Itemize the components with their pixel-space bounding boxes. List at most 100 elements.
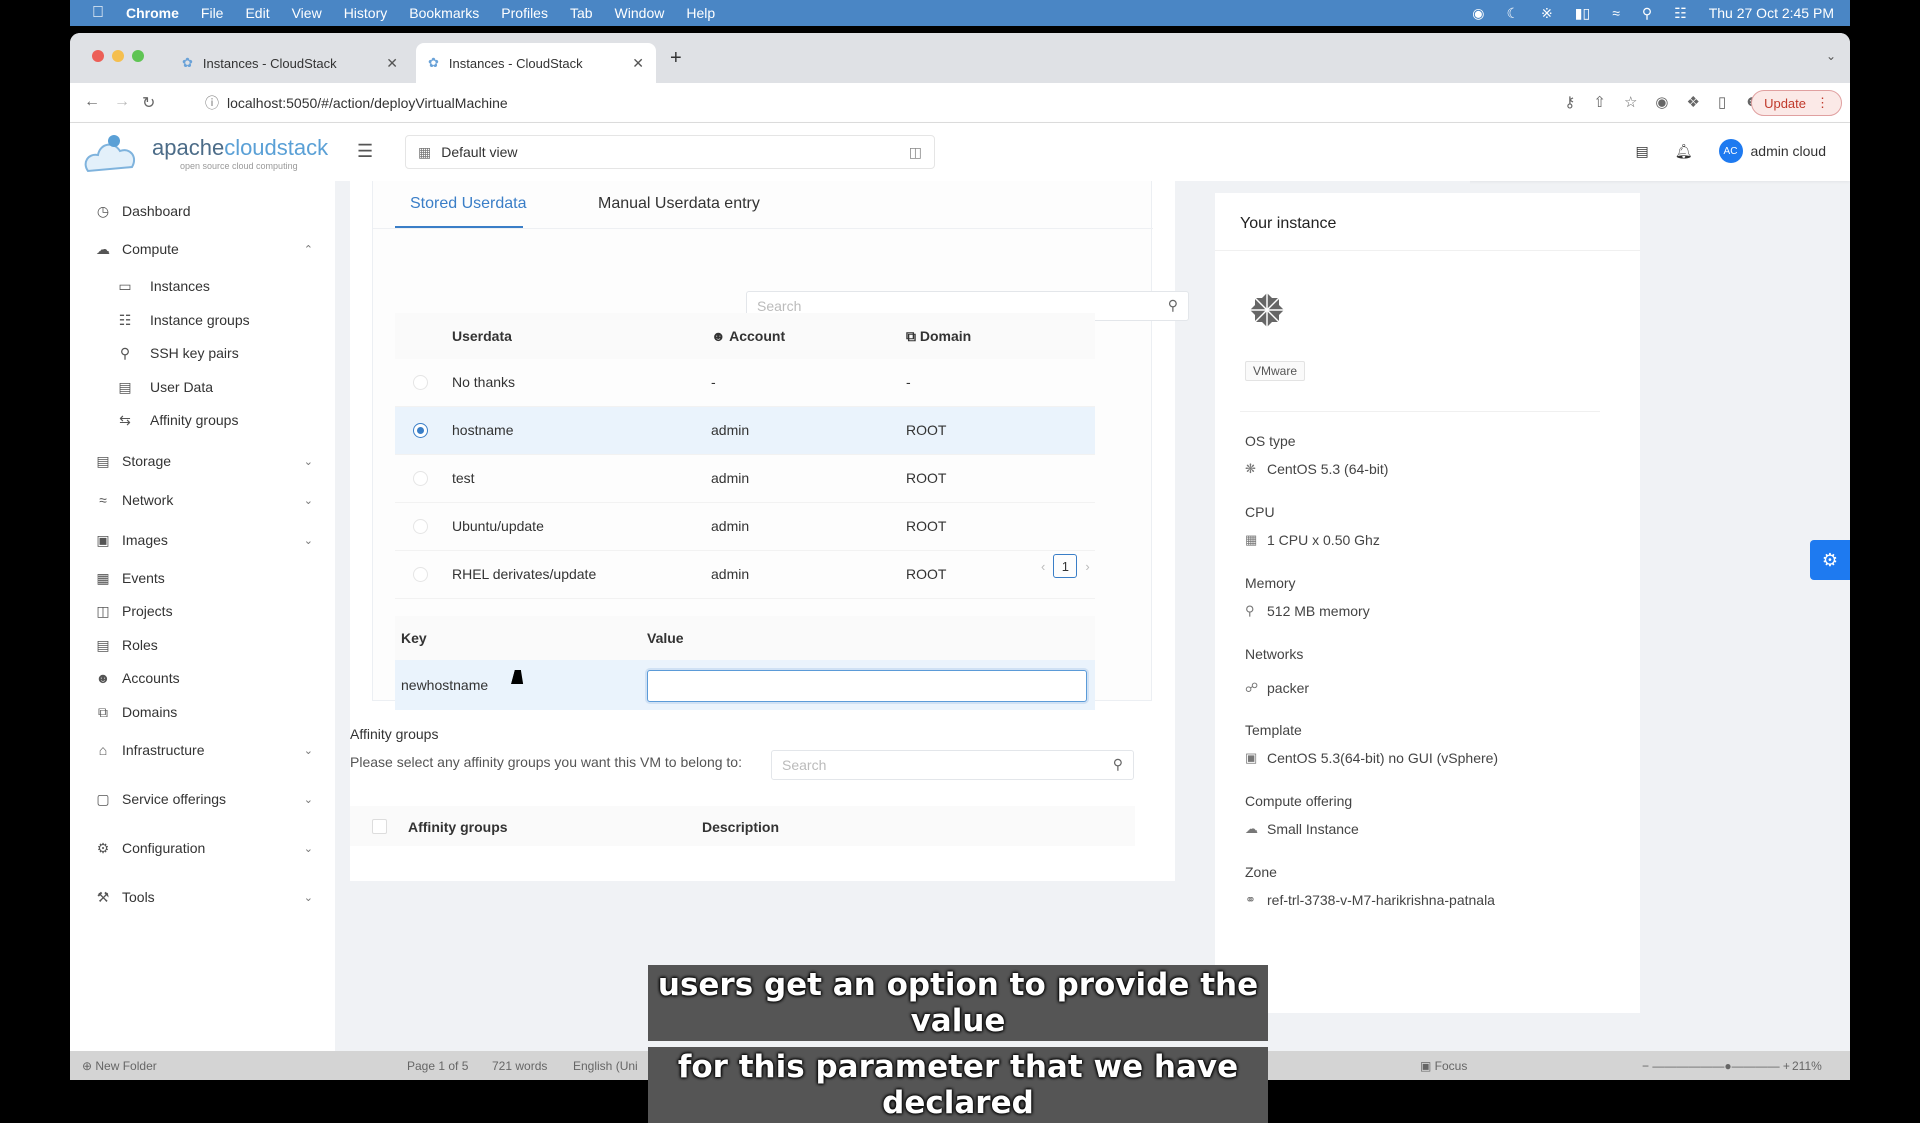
sidebar-item-user-data[interactable]: ▤ User Data: [70, 371, 335, 403]
sidebar-item-service-offerings[interactable]: ▢ Service offerings ⌄: [70, 783, 335, 815]
sidebar-item-compute[interactable]: ☁︎ Compute ⌃: [70, 233, 335, 265]
select-all-checkbox[interactable]: [372, 819, 387, 834]
menu-tab[interactable]: Tab: [570, 5, 593, 21]
focus-button[interactable]: ▣ Focus: [1420, 1059, 1467, 1073]
apple-icon[interactable]: : [92, 4, 104, 22]
menu-app-name[interactable]: Chrome: [126, 5, 179, 21]
sidebar-item-roles[interactable]: ▤ Roles: [70, 629, 335, 661]
menu-edit[interactable]: Edit: [245, 5, 269, 21]
row-radio[interactable]: [413, 519, 428, 534]
menu-profiles[interactable]: Profiles: [501, 5, 548, 21]
sidebar-item-events[interactable]: ▦ Events: [70, 562, 335, 594]
zoom-slider[interactable]: − ——————●———— +: [1642, 1059, 1790, 1073]
table-row[interactable]: RHEL derivates/update admin ROOT: [395, 551, 1095, 599]
sidebar-item-infrastructure[interactable]: ⌂ Infrastructure ⌄: [70, 734, 335, 766]
close-tab-icon[interactable]: ✕: [386, 55, 398, 72]
browser-tab[interactable]: ✿ Instances - CloudStack ✕: [170, 43, 410, 83]
search-icon[interactable]: ⚲: [1168, 297, 1178, 314]
sidebar-item-affinity-groups[interactable]: ⇆ Affinity groups: [70, 404, 335, 436]
next-page-icon[interactable]: ›: [1085, 559, 1089, 574]
column-account[interactable]: ☻ Account: [711, 328, 785, 344]
menu-window[interactable]: Window: [615, 5, 665, 21]
row-radio[interactable]: [413, 567, 428, 582]
table-row[interactable]: Ubuntu/update admin ROOT: [395, 503, 1095, 551]
browser-tab-active[interactable]: ✿ Instances - CloudStack ✕: [416, 43, 656, 83]
forward-icon[interactable]: →: [114, 93, 130, 111]
url-bar[interactable]: ⓘ localhost:5050/#/action/deployVirtualM…: [195, 89, 1525, 117]
settings-drawer-button[interactable]: ⚙: [1810, 540, 1850, 580]
tab-search-chevron-icon[interactable]: ⌄: [1826, 49, 1836, 63]
minimize-window-button[interactable]: [112, 50, 124, 62]
tab-manual-userdata-entry[interactable]: Manual Userdata entry: [598, 195, 760, 213]
sidebar-item-dashboard[interactable]: ◷ Dashboard: [70, 195, 335, 227]
prev-page-icon[interactable]: ‹: [1041, 559, 1045, 574]
caption-line-2: for this parameter that we have declared: [648, 1047, 1268, 1123]
password-key-icon[interactable]: ⚷: [1564, 93, 1575, 111]
update-button[interactable]: Update ⋮: [1751, 90, 1842, 116]
moon-icon[interactable]: ☾: [1506, 5, 1519, 22]
new-tab-button[interactable]: +: [670, 47, 682, 70]
wifi-icon[interactable]: ≈: [1612, 5, 1620, 21]
back-icon[interactable]: ←: [84, 93, 100, 111]
sidebar-item-storage[interactable]: ▤ Storage ⌄: [70, 445, 335, 477]
row-radio[interactable]: [413, 471, 428, 486]
sidebar-item-images[interactable]: ▣ Images ⌄: [70, 524, 335, 556]
menu-bookmarks[interactable]: Bookmarks: [409, 5, 479, 21]
share-icon[interactable]: ⇧: [1593, 93, 1606, 111]
sidebar-item-accounts[interactable]: ☻ Accounts: [70, 662, 335, 694]
sidebar-item-tools[interactable]: ⚒ Tools ⌄: [70, 881, 335, 913]
row-radio[interactable]: [413, 423, 428, 438]
cloud-icon: ☁︎: [1245, 821, 1258, 836]
menu-history[interactable]: History: [344, 5, 388, 21]
clock[interactable]: Thu 27 Oct 2:45 PM: [1709, 5, 1834, 21]
table-row[interactable]: test admin ROOT: [395, 455, 1095, 503]
tab-stored-userdata[interactable]: Stored Userdata: [410, 195, 527, 213]
sidepanel-icon[interactable]: ▯: [1718, 93, 1726, 111]
column-userdata[interactable]: Userdata: [452, 328, 512, 344]
page-number[interactable]: 1: [1053, 554, 1078, 578]
bluetooth-icon[interactable]: ※: [1541, 5, 1553, 22]
puzzle-icon[interactable]: ❖: [1686, 93, 1699, 111]
new-folder-button[interactable]: ⊕ New Folder: [82, 1059, 157, 1073]
control-center-icon[interactable]: ☷: [1674, 5, 1687, 22]
affinity-search-input[interactable]: Search ⚲: [771, 750, 1134, 780]
extension-icon[interactable]: ◉: [1655, 93, 1668, 111]
bookmark-star-icon[interactable]: ☆: [1624, 93, 1637, 111]
user-menu[interactable]: AC admin cloud: [1718, 139, 1826, 163]
sidebar-item-ssh-key-pairs[interactable]: ⚲ SSH key pairs: [70, 337, 335, 369]
reload-icon[interactable]: ↻: [142, 93, 155, 113]
project-switch-icon[interactable]: ◫: [909, 144, 922, 161]
view-selector[interactable]: ▦ Default view ◫: [405, 135, 935, 169]
sidebar-item-network[interactable]: ≈ Network ⌄: [70, 484, 335, 516]
tab-title: Instances - CloudStack: [448, 55, 583, 71]
close-window-button[interactable]: [92, 50, 104, 62]
chevron-down-icon: ⌄: [303, 494, 313, 507]
vpn-icon[interactable]: ◉: [1472, 5, 1484, 22]
column-domain[interactable]: ⧉ Domain: [906, 328, 971, 345]
battery-icon[interactable]: ▮▯: [1575, 5, 1590, 22]
search-icon[interactable]: ⚲: [1113, 756, 1123, 773]
table-header: Key Value: [395, 616, 1095, 660]
create-template-icon[interactable]: ▤: [1635, 143, 1648, 160]
cloudstack-logo[interactable]: apachecloudstack open source cloud compu…: [80, 129, 328, 179]
sidebar-item-configuration[interactable]: ⚙ Configuration ⌄: [70, 832, 335, 864]
menu-view[interactable]: View: [292, 5, 322, 21]
menu-file[interactable]: File: [201, 5, 224, 21]
spotlight-icon[interactable]: ⚲: [1642, 5, 1652, 22]
bell-icon[interactable]: 🔔︎: [1675, 143, 1693, 160]
menu-fold-icon[interactable]: ☰: [357, 141, 373, 162]
table-row[interactable]: No thanks - -: [395, 359, 1095, 407]
sidebar-item-instances[interactable]: ▭ Instances: [70, 270, 335, 302]
param-value-input[interactable]: [647, 670, 1087, 702]
appstore-icon: ▦: [1245, 532, 1258, 547]
close-tab-icon[interactable]: ✕: [632, 55, 644, 72]
site-info-icon[interactable]: ⓘ: [205, 93, 219, 113]
table-row-selected[interactable]: hostname admin ROOT: [395, 407, 1095, 455]
sidebar-item-instance-groups[interactable]: ☷ Instance groups: [70, 304, 335, 336]
maximize-window-button[interactable]: [132, 50, 144, 62]
menu-help[interactable]: Help: [686, 5, 715, 21]
row-radio[interactable]: [413, 375, 428, 390]
sidebar-item-domains[interactable]: ⧉ Domains: [70, 696, 335, 728]
language[interactable]: English (Uni: [573, 1059, 638, 1073]
sidebar-item-projects[interactable]: ◫ Projects: [70, 595, 335, 627]
